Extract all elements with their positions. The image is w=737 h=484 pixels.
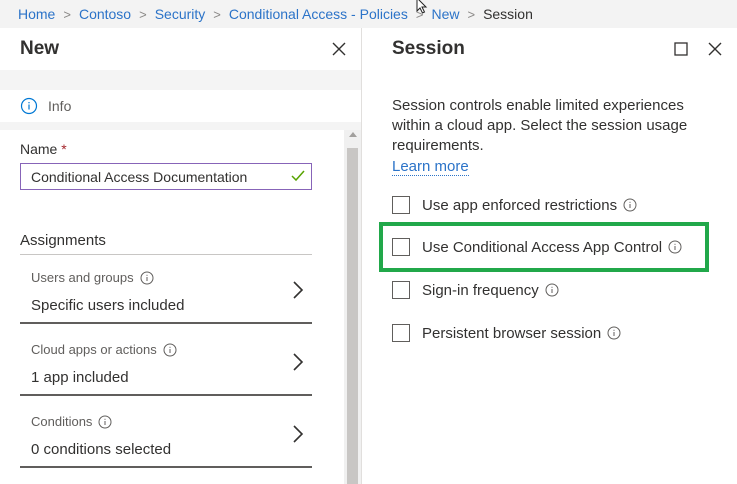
cloud-apps-label: Cloud apps or actions <box>31 342 157 357</box>
info-button[interactable]: Info <box>0 90 361 122</box>
breadcrumb: Home > Contoso > Security > Conditional … <box>0 0 737 28</box>
persistent-browser-session-option[interactable]: Persistent browser session <box>392 324 621 342</box>
breadcrumb-ca-policies[interactable]: Conditional Access - Policies <box>229 6 408 22</box>
breadcrumb-security[interactable]: Security <box>155 6 206 22</box>
breadcrumb-home[interactable]: Home <box>18 6 55 22</box>
info-icon[interactable] <box>140 271 154 285</box>
sign-in-frequency-checkbox[interactable] <box>392 281 410 299</box>
scroll-up-arrow-icon[interactable] <box>349 132 357 137</box>
highlight-box <box>379 222 709 272</box>
sign-in-frequency-option[interactable]: Sign-in frequency <box>392 281 559 299</box>
section-divider <box>0 122 361 130</box>
new-policy-blade: New Info Name * Conditional Access Docum… <box>0 28 362 484</box>
assignments-heading: Assignments <box>20 232 106 249</box>
breadcrumb-separator: > <box>139 6 147 22</box>
session-blade: Session Session controls enable limited … <box>363 28 737 484</box>
maximize-icon[interactable] <box>671 39 691 59</box>
session-header-actions <box>671 39 725 59</box>
blade-toolbar-spacer <box>0 70 361 90</box>
app-enforced-restrictions-checkbox[interactable] <box>392 196 410 214</box>
session-description: Session controls enable limited experien… <box>392 97 688 154</box>
scrollbar-thumb[interactable] <box>347 148 358 484</box>
conditions-label: Conditions <box>31 414 93 429</box>
users-and-groups-label: Users and groups <box>31 270 134 285</box>
name-label: Name * <box>20 141 67 157</box>
name-label-text: Name <box>20 141 58 157</box>
info-icon[interactable] <box>545 283 559 297</box>
info-icon <box>20 97 38 115</box>
breadcrumb-session: Session <box>483 6 533 22</box>
users-and-groups-item[interactable]: Users and groups Specific users included <box>20 254 312 324</box>
info-icon[interactable] <box>607 326 621 340</box>
session-blade-header: Session <box>363 28 737 70</box>
cloud-apps-label-row: Cloud apps or actions <box>31 342 177 357</box>
conditions-value: 0 conditions selected <box>31 441 172 458</box>
sign-in-frequency-label: Sign-in frequency <box>422 281 539 299</box>
learn-more-link[interactable]: Learn more <box>392 158 469 176</box>
new-blade-header: New <box>0 28 361 70</box>
valid-check-icon <box>291 170 305 182</box>
persistent-browser-session-checkbox[interactable] <box>392 324 410 342</box>
policy-name-value: Conditional Access Documentation <box>31 168 248 185</box>
close-icon[interactable] <box>329 39 349 59</box>
breadcrumb-separator: > <box>63 6 71 22</box>
info-icon[interactable] <box>163 343 177 357</box>
conditions-label-row: Conditions <box>31 414 112 429</box>
persistent-browser-session-label: Persistent browser session <box>422 324 602 342</box>
info-icon[interactable] <box>98 415 112 429</box>
info-label: Info <box>48 98 72 114</box>
chevron-right-icon <box>293 353 304 371</box>
close-icon[interactable] <box>705 39 725 59</box>
mouse-pointer-icon <box>416 0 428 14</box>
session-blade-title: Session <box>392 38 465 59</box>
breadcrumb-separator: > <box>213 6 221 22</box>
breadcrumb-new[interactable]: New <box>431 6 459 22</box>
new-blade-title: New <box>20 38 60 59</box>
users-and-groups-label-row: Users and groups <box>31 270 154 285</box>
cloud-apps-item[interactable]: Cloud apps or actions 1 app included <box>20 326 312 396</box>
chevron-right-icon <box>293 425 304 443</box>
cloud-apps-value: 1 app included <box>31 369 129 386</box>
info-icon[interactable] <box>623 198 637 212</box>
policy-name-input[interactable]: Conditional Access Documentation <box>20 163 312 190</box>
required-marker: * <box>61 141 67 157</box>
app-enforced-restrictions-option[interactable]: Use app enforced restrictions <box>392 196 637 214</box>
breadcrumb-separator: > <box>467 6 476 22</box>
breadcrumb-contoso[interactable]: Contoso <box>79 6 131 22</box>
app-enforced-restrictions-label: Use app enforced restrictions <box>422 196 618 214</box>
conditions-item[interactable]: Conditions 0 conditions selected <box>20 398 312 468</box>
users-and-groups-value: Specific users included <box>31 297 185 314</box>
chevron-right-icon <box>293 281 304 299</box>
